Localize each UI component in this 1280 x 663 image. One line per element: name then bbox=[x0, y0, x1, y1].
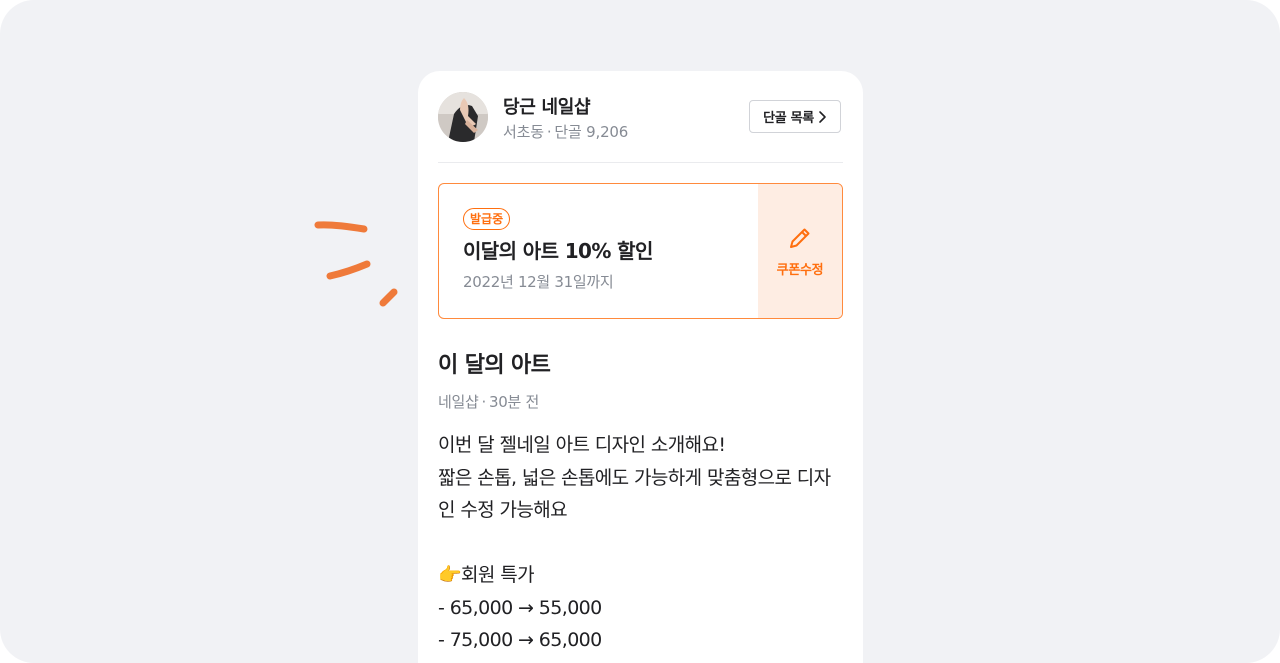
header-divider bbox=[438, 162, 843, 163]
post-body-line: - 65,000 → 55,000 bbox=[438, 596, 602, 619]
post-title: 이 달의 아트 bbox=[438, 353, 551, 378]
post-body-line bbox=[438, 527, 848, 560]
shop-location: 서초동 bbox=[503, 123, 544, 141]
meta-separator: · bbox=[546, 123, 552, 141]
shop-avatar[interactable] bbox=[438, 92, 488, 142]
coupon-title: 이달의 아트 10% 할인 bbox=[463, 239, 653, 263]
shop-post-card: 당근 네일샵 서초동 · 단골 9,206 단골 목록 발급중 이달의 아트 10%… bbox=[418, 71, 863, 663]
regulars-count: 단골 9,206 bbox=[554, 123, 629, 141]
coupon-status-badge: 발급중 bbox=[463, 208, 511, 230]
coupon-card[interactable]: 발급중 이달의 아트 10% 할인 2022년 12월 31일까지 쿠폰수정 bbox=[438, 183, 843, 319]
post-body-line: 인 수정 가능해요 bbox=[438, 499, 568, 521]
regulars-list-button[interactable]: 단골 목록 bbox=[749, 100, 841, 133]
shop-header: 당근 네일샵 서초동 · 단골 9,206 단골 목록 bbox=[438, 92, 843, 142]
coupon-expiry: 2022년 12월 31일까지 bbox=[463, 273, 614, 291]
post-body-line: 짧은 손톱, 넓은 손톱에도 가능하게 맞춤형으로 디자 bbox=[438, 466, 831, 489]
app-background: 당근 네일샵 서초동 · 단골 9,206 단골 목록 발급중 이달의 아트 10%… bbox=[0, 0, 1280, 663]
pencil-icon bbox=[790, 228, 810, 248]
post-meta: 네일샵 · 30분 전 bbox=[438, 391, 539, 412]
shop-name[interactable]: 당근 네일샵 bbox=[503, 93, 591, 119]
coupon-edit-label: 쿠폰수정 bbox=[776, 262, 824, 278]
meta-separator: · bbox=[481, 393, 487, 411]
post-body: 이번 달 젤네일 아트 디자인 소개해요! 짧은 손톱, 넓은 손톱에도 가능하… bbox=[438, 429, 848, 657]
post-body-line: 이번 달 젤네일 아트 디자인 소개해요! bbox=[438, 434, 726, 456]
post-author: 네일샵 bbox=[438, 393, 479, 411]
hand-photo-icon bbox=[438, 92, 488, 142]
post-time: 30분 전 bbox=[488, 393, 539, 411]
shop-meta: 서초동 · 단골 9,206 bbox=[503, 121, 628, 142]
post-body-line: - 75,000 → 65,000 bbox=[438, 629, 602, 651]
post-body-line: 👉회원 특가 bbox=[438, 564, 535, 586]
coupon-edit-button[interactable]: 쿠폰수정 bbox=[758, 184, 842, 318]
regulars-list-button-label: 단골 목록 bbox=[763, 111, 814, 126]
chevron-right-icon bbox=[819, 110, 826, 123]
brush-stroke-decoration bbox=[314, 221, 398, 307]
